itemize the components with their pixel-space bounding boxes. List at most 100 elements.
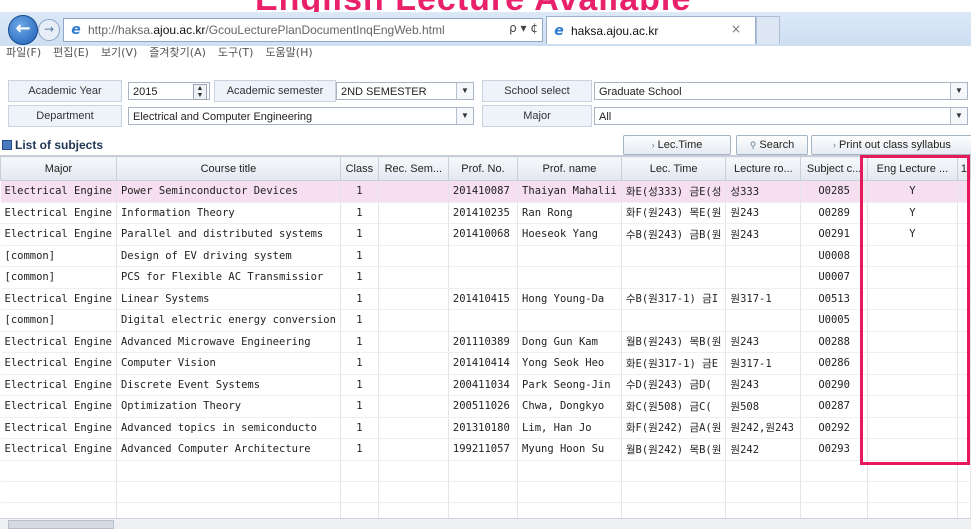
table-cell [378, 374, 449, 396]
table-cell [448, 266, 519, 289]
chevron-down-icon[interactable]: ▼ [456, 108, 473, 124]
table-cell: Advanced Microwave Engineering [116, 331, 341, 353]
table-cell: Electrical Engine [0, 180, 117, 203]
tab-ie-icon: e [554, 22, 564, 39]
col-course-title[interactable]: Course title [115, 156, 341, 181]
table-cell [378, 266, 449, 289]
table-cell: Design of EV driving system [116, 245, 341, 267]
table-row[interactable]: [common] Design of EV driving system 1 U000… [0, 245, 971, 267]
table-cell: 1 [340, 352, 379, 375]
col-class[interactable]: Class [339, 156, 379, 181]
department-select[interactable]: Electrical and Computer Engineering ▼ [128, 107, 474, 125]
back-button[interactable]: ← [8, 15, 38, 45]
menu-file[interactable]: 파일(F) [0, 46, 47, 60]
table-cell [621, 481, 727, 503]
chevron-right-icon: › [651, 140, 655, 150]
table-cell: U0005 [800, 309, 868, 332]
table-cell [517, 481, 622, 503]
filter-row-2: Department Electrical and Computer Engin… [0, 105, 971, 127]
table-row[interactable]: Electrical Engine Parallel and distribute… [0, 223, 971, 246]
table-cell: 199211057 [448, 438, 519, 461]
search-icon: ⚲ [749, 140, 757, 150]
chevron-down-icon[interactable]: ▼ [950, 83, 967, 99]
table-row[interactable]: Electrical Engine Advanced Computer Archi… [0, 438, 971, 461]
lec-time-button[interactable]: › Lec.Time [623, 135, 731, 155]
col-lec-time[interactable]: Lec. Time [620, 156, 727, 181]
banner-text: English Lecture Available [255, 0, 691, 12]
horizontal-scrollbar[interactable] [0, 518, 971, 529]
tab-close-icon[interactable]: × [731, 22, 741, 36]
table-cell [378, 481, 449, 503]
major-select[interactable]: All ▼ [594, 107, 968, 125]
lec-time-label: Lec.Time [657, 139, 703, 151]
menu-help[interactable]: 도움말(H) [259, 46, 318, 60]
table-cell: O0287 [800, 395, 868, 418]
table-cell [800, 460, 868, 482]
col-rec-sem[interactable]: Rec. Sem... [377, 156, 449, 181]
table-row[interactable]: Electrical Engine Information Theory 1 2014… [0, 202, 971, 224]
table-cell [517, 245, 622, 267]
chevron-down-icon[interactable]: ▼ [950, 108, 967, 124]
col-subject-code[interactable]: Subject c... [800, 156, 868, 181]
academic-semester-select[interactable]: 2ND SEMESTER ▼ [336, 82, 474, 100]
table-cell [448, 481, 519, 503]
table-cell [116, 460, 341, 482]
department-label: Department [8, 105, 122, 127]
table-cell: Information Theory [116, 202, 341, 224]
table-cell: [common] [0, 309, 117, 332]
search-button[interactable]: ⚲ Search [736, 135, 808, 155]
table-row[interactable]: Electrical Engine Advanced topics in semi… [0, 417, 971, 439]
table-cell [378, 417, 449, 439]
table-cell [800, 481, 868, 503]
table-row[interactable]: [common] Digital electric energy conversi… [0, 309, 971, 332]
tab-title: haksa.ajou.ac.kr [571, 23, 659, 38]
table-cell: O0290 [800, 374, 868, 396]
col-major[interactable]: Major [0, 156, 117, 181]
table-cell: 201410415 [448, 288, 519, 310]
table-row[interactable]: Electrical Engine Linear Systems 1 20141041… [0, 288, 971, 310]
forward-button[interactable]: → [38, 19, 60, 41]
new-tab-button[interactable] [756, 16, 780, 44]
col-lecture-room[interactable]: Lecture ro... [725, 156, 802, 181]
school-select[interactable]: Graduate School ▼ [594, 82, 968, 100]
table-cell: 1 [340, 180, 379, 203]
table-row[interactable]: Electrical Engine Power Seminconductor De… [0, 180, 971, 203]
table-cell: Electrical Engine [0, 417, 117, 439]
table-cell: 1 [340, 223, 379, 246]
chevron-down-icon[interactable]: ▼ [456, 83, 473, 99]
col-prof-no[interactable]: Prof. No. [447, 156, 519, 181]
table-row[interactable]: [common] PCS for Flexible AC Transmissior… [0, 266, 971, 289]
search-refresh-icons[interactable]: ρ ▾ ¢ [509, 21, 538, 35]
table-cell [725, 460, 802, 482]
table-cell: Discrete Event Systems [116, 374, 341, 396]
table-cell: Electrical Engine [0, 223, 117, 246]
spinner-arrows-icon[interactable]: ▲ ▼ [193, 84, 207, 100]
menu-favorites[interactable]: 즐겨찾기(A) [143, 46, 212, 60]
table-cell: Parallel and distributed systems [116, 223, 341, 246]
menu-view[interactable]: 보기(V) [95, 46, 143, 60]
academic-year-spinner[interactable]: 2015 ▲ ▼ [128, 82, 210, 100]
navigation-row: ← → e http://haksa.ajou.ac.kr/GcouLectur… [0, 12, 971, 46]
table-cell: 1 [340, 331, 379, 353]
table-cell: Myung Hoon Su [517, 438, 622, 461]
table-cell [867, 481, 958, 503]
table-row[interactable]: Electrical Engine Optimization Theory 1 200… [0, 395, 971, 418]
table-cell: 월B(원242) 목B(원 [621, 438, 727, 461]
table-row[interactable]: Electrical Engine Computer Vision 1 2014104… [0, 352, 971, 375]
print-syllabus-button[interactable]: › Print out class syllabus [811, 135, 971, 155]
table-cell: 1 [340, 202, 379, 224]
table-cell: 201410068 [448, 223, 519, 246]
academic-year-label: Academic Year [8, 80, 122, 102]
table-cell [621, 309, 727, 332]
subjects-table: Major Course title Class Rec. Sem... Pro… [0, 156, 971, 524]
table-row[interactable]: Electrical Engine Discrete Event Systems 1… [0, 374, 971, 396]
table-row[interactable]: Electrical Engine Advanced Microwave Engi… [0, 331, 971, 353]
menu-edit[interactable]: 편집(E) [47, 46, 95, 60]
table-cell [378, 202, 449, 224]
table-cell [725, 245, 802, 267]
col-prof-name[interactable]: Prof. name [517, 156, 622, 181]
table-cell [378, 460, 449, 482]
menu-tools[interactable]: 도구(T) [212, 46, 260, 60]
browser-tab[interactable]: e haksa.ajou.ac.kr × [546, 16, 756, 44]
address-bar[interactable]: e http://haksa.ajou.ac.kr/GcouLecturePla… [63, 18, 543, 42]
